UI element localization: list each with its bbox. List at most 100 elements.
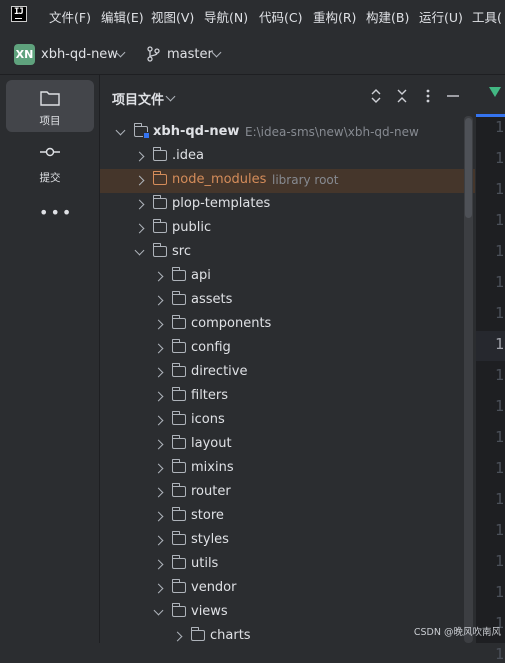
chevron-right-icon[interactable] [153, 583, 164, 594]
minimize-icon[interactable] [446, 94, 460, 98]
chevron-down-icon[interactable] [165, 91, 176, 102]
tree-item-label: store [191, 508, 224, 523]
tree-row[interactable]: public [100, 217, 475, 241]
panel-title[interactable]: 项目文件 [112, 89, 164, 108]
chevron-right-icon[interactable] [153, 487, 164, 498]
editor-area[interactable]: 111111111111111111 [476, 75, 505, 663]
menu-item[interactable]: 导航(N) [204, 7, 248, 26]
chevron-down-icon[interactable] [211, 47, 222, 58]
tree-row[interactable]: store [100, 505, 475, 529]
tree-item-label: views [191, 604, 228, 619]
tree-row[interactable]: .idea [100, 145, 475, 169]
line-number: 1 [495, 149, 505, 167]
chevron-down-icon[interactable] [153, 605, 164, 616]
chevron-down-icon[interactable] [115, 125, 126, 136]
editor-tab[interactable] [476, 75, 505, 117]
chevron-right-icon[interactable] [134, 199, 145, 210]
tree-row[interactable]: router [100, 481, 475, 505]
tool-window-strip: 项目 提交 ••• [0, 75, 100, 643]
intellij-logo-icon[interactable]: IJ [11, 6, 27, 22]
line-number: 1 [495, 335, 505, 353]
chevron-right-icon[interactable] [153, 343, 164, 354]
menu-item[interactable]: 工具( [472, 7, 502, 26]
more-tools-icon[interactable]: ••• [39, 203, 73, 222]
folder-icon [152, 147, 167, 161]
expand-all-icon[interactable] [370, 89, 382, 103]
tree-row[interactable]: api [100, 265, 475, 289]
tree-row[interactable]: components [100, 313, 475, 337]
chevron-right-icon[interactable] [153, 391, 164, 402]
chevron-right-icon[interactable] [134, 223, 145, 234]
branch-switcher[interactable]: master [167, 47, 213, 62]
folder-icon [171, 315, 186, 329]
tree-item-label: src [172, 244, 191, 259]
chevron-right-icon[interactable] [153, 367, 164, 378]
project-badge[interactable]: XN [14, 44, 35, 65]
menu-item[interactable]: 重构(R) [313, 7, 356, 26]
options-menu-icon[interactable] [426, 89, 430, 103]
tree-row[interactable]: directive [100, 361, 475, 385]
collapse-all-icon[interactable] [396, 89, 408, 103]
menu-item[interactable]: 视图(V) [151, 7, 194, 26]
menu-item[interactable]: 代码(C) [259, 7, 302, 26]
tree-item-label: plop-templates [172, 196, 271, 211]
tree-item-label: layout [191, 436, 232, 451]
line-number: 1 [495, 428, 505, 446]
tree-item-label: utils [191, 556, 219, 571]
chevron-right-icon[interactable] [153, 415, 164, 426]
tree-row[interactable]: config [100, 337, 475, 361]
line-number: 1 [495, 242, 505, 260]
tree-row[interactable]: src [100, 241, 475, 265]
chevron-right-icon[interactable] [153, 511, 164, 522]
tree-row[interactable]: filters [100, 385, 475, 409]
folder-icon [171, 531, 186, 545]
chevron-right-icon[interactable] [153, 535, 164, 546]
chevron-right-icon[interactable] [153, 463, 164, 474]
folder-icon [171, 339, 186, 353]
tree-row[interactable]: utils [100, 553, 475, 577]
tree-item-hint: E:\idea-sms\new\xbh-qd-new [245, 125, 419, 139]
project-switcher[interactable]: xbh-qd-new [41, 47, 118, 62]
git-branch-icon[interactable] [146, 46, 160, 62]
watermark: CSDN @晚风吹南风 [413, 627, 501, 638]
menu-item[interactable]: 文件(F) [49, 7, 91, 26]
folder-icon [171, 483, 186, 497]
commit-tool-label: 提交 [39, 172, 61, 184]
chevron-right-icon[interactable] [153, 559, 164, 570]
chevron-right-icon[interactable] [172, 631, 183, 642]
chevron-right-icon[interactable] [153, 295, 164, 306]
tree-row[interactable]: views [100, 601, 475, 625]
tree-row[interactable]: layout [100, 433, 475, 457]
menu-item[interactable]: 运行(U) [419, 7, 463, 26]
folder-icon [171, 555, 186, 569]
folder-icon [40, 91, 60, 106]
tree-row[interactable]: mixins [100, 457, 475, 481]
chevron-right-icon[interactable] [153, 439, 164, 450]
tree-item-label: filters [191, 388, 229, 403]
tree-row[interactable]: plop-templates [100, 193, 475, 217]
line-number: 1 [495, 459, 505, 477]
chevron-right-icon[interactable] [134, 175, 145, 186]
tree-row[interactable]: xbh-qd-new E:\idea-sms\new\xbh-qd-new [100, 121, 475, 145]
chevron-right-icon[interactable] [153, 271, 164, 282]
tree-scrollbar-thumb[interactable] [465, 118, 472, 218]
main-toolbar: XN xbh-qd-new master [0, 34, 505, 75]
folder-icon [171, 507, 186, 521]
tree-item-label: charts [210, 628, 251, 643]
tree-row[interactable]: assets [100, 289, 475, 313]
menu-item[interactable]: 编辑(E) [101, 7, 144, 26]
menu-item[interactable]: 构建(B) [366, 7, 409, 26]
line-number: 1 [495, 211, 505, 229]
project-panel: 项目文件 xbh-qd-new E:\idea-sms\new\xbh-qd-ne… [100, 75, 475, 643]
folder-icon [171, 459, 186, 473]
chevron-right-icon[interactable] [153, 319, 164, 330]
tree-row[interactable]: node_modules library root [100, 169, 475, 193]
commit-tool-button[interactable]: 提交 [6, 137, 94, 189]
tree-row[interactable]: icons [100, 409, 475, 433]
folder-icon [171, 411, 186, 425]
chevron-right-icon[interactable] [134, 151, 145, 162]
tree-row[interactable]: vendor [100, 577, 475, 601]
chevron-down-icon[interactable] [134, 245, 145, 256]
tree-row[interactable]: styles [100, 529, 475, 553]
project-tool-button[interactable]: 项目 [6, 80, 94, 132]
